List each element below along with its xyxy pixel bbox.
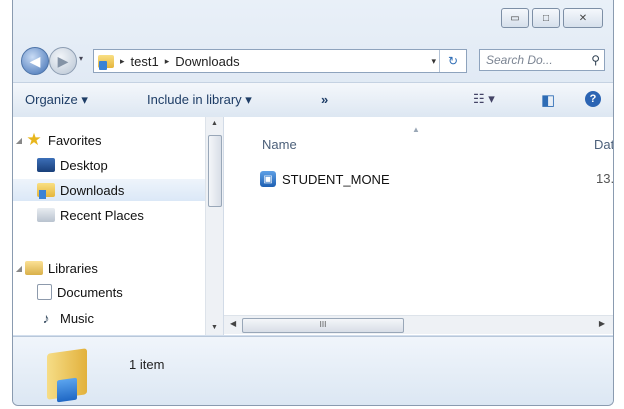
- file-name: STUDENT_MONE: [282, 171, 390, 187]
- scroll-left-arrow-icon[interactable]: ◀: [230, 319, 236, 328]
- command-bar: Organize ▾ Include in library ▾ » ☷ ▾ ◧ …: [13, 82, 613, 118]
- breadcrumb-downloads[interactable]: Downloads: [175, 54, 239, 69]
- refresh-button[interactable]: ↻: [439, 50, 466, 72]
- help-icon[interactable]: ?: [585, 91, 601, 107]
- file-row[interactable]: ▣ STUDENT_MONE: [260, 171, 390, 187]
- sidebar-item-downloads[interactable]: Downloads: [13, 179, 205, 201]
- views-icon[interactable]: ☷ ▾: [473, 91, 495, 107]
- address-bar[interactable]: ▸ test1 ▸ Downloads ▾ ↻: [93, 49, 467, 73]
- address-history-dropdown[interactable]: ▾: [431, 56, 436, 67]
- search-placeholder: Search Do...: [486, 53, 553, 67]
- column-header-date[interactable]: Date: [594, 137, 613, 152]
- search-icon[interactable]: ⚲: [591, 53, 600, 67]
- libraries-icon: [25, 261, 43, 275]
- sidebar-item-label: Downloads: [60, 182, 125, 198]
- scroll-up-arrow-icon[interactable]: ▲: [206, 117, 223, 131]
- chevron-right-icon[interactable]: ▸: [120, 56, 125, 67]
- file-list-pane: ▲ Name Date ▣ STUDENT_MONE 13.0: [224, 117, 613, 335]
- column-header-name[interactable]: Name: [262, 137, 297, 152]
- details-pane: 1 item: [13, 336, 613, 405]
- back-button[interactable]: ◀: [21, 47, 49, 75]
- sidebar-item-documents[interactable]: Documents: [37, 281, 123, 303]
- close-button[interactable]: ✕: [563, 8, 603, 28]
- scroll-down-arrow-icon[interactable]: ▼: [206, 321, 223, 335]
- more-commands-button[interactable]: »: [321, 92, 328, 107]
- downloads-folder-icon: [37, 183, 55, 199]
- chevron-right-icon[interactable]: ▸: [165, 56, 170, 67]
- item-count: 1 item: [129, 357, 165, 372]
- desktop-icon: [37, 158, 55, 172]
- file-list-horizontal-scrollbar[interactable]: ◀ III ▶: [224, 315, 613, 334]
- application-file-icon: ▣: [260, 171, 276, 187]
- sidebar-item-label: Music: [60, 310, 94, 326]
- file-date: 13.0: [596, 171, 613, 186]
- scrollbar-thumb[interactable]: [208, 135, 222, 207]
- include-in-library-menu[interactable]: Include in library ▾: [147, 92, 252, 108]
- sidebar-item-label: Desktop: [60, 157, 108, 173]
- caption-buttons: ▭ □ ✕: [498, 8, 603, 28]
- minimize-button[interactable]: ▭: [501, 8, 529, 28]
- sidebar-item-label: Documents: [57, 284, 123, 300]
- scroll-right-arrow-icon[interactable]: ▶: [599, 319, 605, 328]
- organize-menu[interactable]: Organize ▾: [25, 92, 88, 108]
- sidebar-item-libraries[interactable]: ◢ Libraries: [13, 257, 98, 279]
- sidebar-item-label: Favorites: [48, 132, 102, 148]
- scrollbar-thumb[interactable]: III: [242, 318, 404, 333]
- recent-places-icon: [37, 208, 55, 222]
- maximize-button[interactable]: □: [532, 8, 560, 28]
- documents-icon: [37, 284, 52, 300]
- sidebar-item-desktop[interactable]: Desktop: [37, 154, 108, 176]
- preview-pane-icon[interactable]: ◧: [541, 91, 555, 109]
- star-icon: ★: [26, 130, 42, 149]
- downloads-folder-icon: [47, 348, 87, 400]
- sidebar-item-recent-places[interactable]: Recent Places: [37, 204, 144, 226]
- folder-icon: [98, 54, 114, 70]
- collapse-arrow-icon[interactable]: ◢: [13, 136, 25, 145]
- forward-button[interactable]: ▶: [49, 47, 77, 75]
- sidebar-item-label: Libraries: [48, 260, 98, 276]
- collapse-arrow-icon[interactable]: ◢: [13, 264, 25, 273]
- sidebar-item-music[interactable]: ♪ Music: [37, 307, 94, 329]
- recent-pages-dropdown[interactable]: ▾: [79, 54, 83, 63]
- music-icon: ♪: [42, 310, 50, 326]
- sidebar-item-favorites[interactable]: ◢ ★ Favorites: [13, 129, 102, 151]
- navigation-bar: ◀ ▶ ▾ ▸ test1 ▸ Downloads ▾ ↻ Search Do.…: [13, 40, 613, 80]
- sort-indicator-icon: ▲: [412, 125, 420, 134]
- navigation-pane-scrollbar[interactable]: ▲ ▼: [205, 117, 223, 335]
- search-input[interactable]: Search Do... ⚲: [479, 49, 605, 71]
- breadcrumb-test1[interactable]: test1: [131, 54, 159, 69]
- navigation-pane: ◢ ★ Favorites Desktop Downloads Recent P…: [13, 117, 224, 335]
- explorer-window: ▭ □ ✕ ◀ ▶ ▾ ▸ test1 ▸ Downloads ▾ ↻ Sear…: [12, 0, 614, 406]
- sidebar-item-label: Recent Places: [60, 207, 144, 223]
